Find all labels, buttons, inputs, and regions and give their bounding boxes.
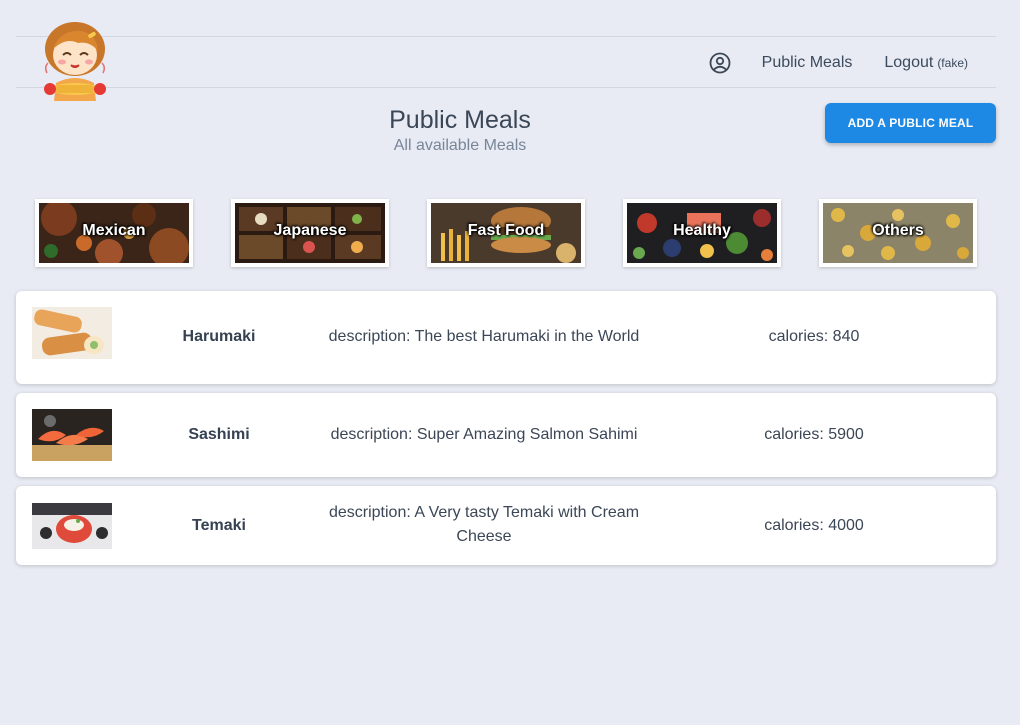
meal-name: Temaki: [192, 517, 246, 534]
category-label: Others: [872, 222, 924, 239]
meal-calories: calories: 4000: [764, 517, 864, 534]
meal-row[interactable]: Sashimi description: Super Amazing Salmo…: [16, 393, 996, 477]
logout-note: (fake): [937, 56, 968, 70]
meal-description: description: Super Amazing Salmon Sahimi: [330, 426, 638, 443]
category-others-image: Others: [823, 203, 973, 263]
meal-image-sashimi: [32, 409, 112, 461]
nav-public-meals-link[interactable]: Public Meals: [762, 54, 853, 72]
category-mexican[interactable]: Mexican: [35, 199, 193, 267]
meal-calories: calories: 5900: [764, 426, 864, 443]
top-header: Public Meals Logout (fake): [16, 22, 996, 101]
top-nav: Public Meals Logout (fake): [708, 37, 968, 89]
meal-row[interactable]: Harumaki description: The best Harumaki …: [16, 291, 996, 384]
meal-image-temaki: [32, 503, 112, 549]
page-subtitle: All available Meals: [393, 137, 527, 154]
logout-label: Logout: [884, 54, 934, 71]
meal-row[interactable]: Temaki description: A Very tasty Temaki …: [16, 486, 996, 565]
category-japanese[interactable]: Japanese: [231, 199, 389, 267]
category-label: Japanese: [273, 222, 347, 239]
app-logo[interactable]: [42, 21, 108, 101]
category-label: Fast Food: [467, 222, 545, 239]
logout-link[interactable]: Logout (fake): [884, 54, 968, 72]
user-circle-icon[interactable]: [708, 51, 732, 75]
page-heading: Public Meals All available Meals: [260, 104, 660, 155]
category-label: Mexican: [82, 222, 146, 239]
meal-description: description: A Very tasty Temaki with Cr…: [328, 504, 640, 545]
meal-description: description: The best Harumaki in the Wo…: [328, 328, 640, 345]
category-label: Healthy: [673, 222, 731, 239]
category-japanese-image: Japanese: [235, 203, 385, 263]
meal-image-harumaki: [32, 307, 112, 368]
category-fast-food[interactable]: Fast Food: [427, 199, 585, 267]
category-mexican-image: Mexican: [39, 203, 189, 263]
meal-name: Harumaki: [182, 328, 256, 345]
meal-name: Sashimi: [188, 426, 250, 443]
add-public-meal-button[interactable]: ADD A PUBLIC MEAL: [825, 103, 996, 143]
category-healthy-image: Healthy: [627, 203, 777, 263]
category-fast-food-image: Fast Food: [431, 203, 581, 263]
category-others[interactable]: Others: [819, 199, 977, 267]
page-title: Public Meals: [389, 106, 531, 134]
category-healthy[interactable]: Healthy: [623, 199, 781, 267]
meal-calories: calories: 840: [768, 328, 860, 345]
